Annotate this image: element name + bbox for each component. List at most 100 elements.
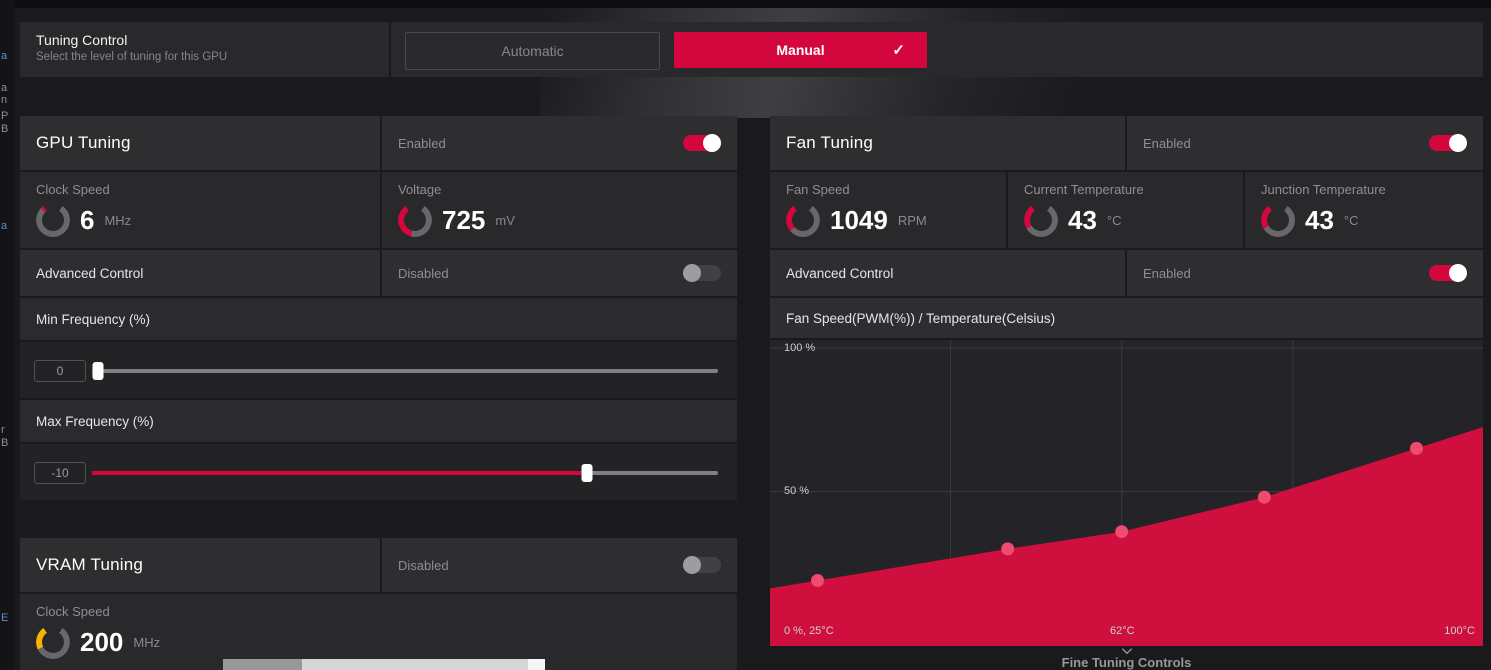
background-window-strip (302, 659, 528, 670)
vram-clock-speed-gauge (36, 625, 70, 659)
background-window-strip (223, 659, 302, 670)
fine-tuning-controls-label: Fine Tuning Controls (1062, 655, 1192, 670)
fan-tuning-header: Fan Tuning (770, 116, 1125, 170)
vram-tuning-header: VRAM Tuning (20, 538, 380, 592)
tuning-control-title: Tuning Control (36, 32, 227, 48)
fan-tuning-toggle[interactable] (1429, 135, 1467, 151)
automatic-button[interactable]: Automatic (405, 32, 660, 70)
background-text-fragment: E (1, 612, 8, 624)
background-text-fragment: a (1, 50, 7, 62)
manual-button[interactable]: Manual ✓ (674, 32, 927, 68)
fan-advanced-status-label: Enabled (1143, 266, 1191, 281)
gpu-advanced-status-label: Disabled (398, 266, 449, 281)
min-frequency-header: Min Frequency (%) (20, 298, 737, 340)
gpu-tuning-toggle[interactable] (683, 135, 721, 151)
toggle-knob (703, 134, 721, 152)
fan-curve-svg (770, 340, 1483, 646)
max-frequency-header: Max Frequency (%) (20, 400, 737, 442)
fan-tuning-status-cell: Enabled (1127, 116, 1483, 170)
junction-temperature-unit: °C (1344, 213, 1359, 228)
vram-clock-speed-label: Clock Speed (36, 604, 721, 619)
adrenalin-tuning-screen: aanPBarBE Tuning Control Select the leve… (0, 0, 1491, 670)
vram-status-label: Disabled (398, 558, 449, 573)
fine-tuning-controls-button[interactable]: Fine Tuning Controls (770, 648, 1483, 670)
max-frequency-slider-handle[interactable] (581, 464, 592, 482)
fan-curve-title: Fan Speed(PWM(%)) / Temperature(Celsius) (786, 311, 1055, 326)
background-text-fragment: B (1, 437, 8, 449)
fan-speed-gauge (786, 203, 820, 237)
vram-tuning-status-cell: Disabled (382, 538, 737, 592)
background-text-fragment: a (1, 82, 7, 94)
vram-clock-speed-unit: MHz (133, 635, 160, 650)
background-text-fragment: B (1, 123, 8, 135)
current-temperature-label: Current Temperature (1024, 182, 1227, 197)
background-text-fragment: a (1, 220, 7, 232)
background-text-fragment: n (1, 94, 7, 106)
clock-speed-unit: MHz (104, 213, 131, 228)
fan-advanced-status-cell: Enabled (1127, 250, 1483, 296)
junction-temperature-label: Junction Temperature (1261, 182, 1467, 197)
fan-curve-point[interactable] (1115, 525, 1128, 538)
tuning-control-text: Tuning Control Select the level of tunin… (36, 32, 227, 63)
fan-curve-point[interactable] (1410, 442, 1423, 455)
check-icon: ✓ (892, 41, 905, 59)
fan-advanced-control-cell: Advanced Control (770, 250, 1125, 296)
clock-speed-gauge (36, 203, 70, 237)
min-frequency-row: 0 (20, 342, 737, 398)
max-frequency-label: Max Frequency (%) (36, 414, 154, 429)
voltage-value: 725 (442, 207, 485, 233)
fan-speed-cell: Fan Speed 1049 RPM (770, 172, 1006, 248)
chart-x-62-label: 62°C (1110, 625, 1135, 637)
min-frequency-label: Min Frequency (%) (36, 312, 150, 327)
voltage-gauge (398, 203, 432, 237)
max-frequency-value-box[interactable]: -10 (34, 462, 86, 484)
max-frequency-row: -10 (20, 444, 737, 500)
fan-advanced-control-label: Advanced Control (786, 266, 893, 281)
gpu-advanced-control-label: Advanced Control (36, 266, 143, 281)
background-window-strip (528, 659, 545, 670)
vram-tuning-title: VRAM Tuning (36, 555, 143, 575)
current-temperature-cell: Current Temperature 43 °C (1008, 172, 1243, 248)
gpu-tuning-status-cell: Enabled (382, 116, 737, 170)
gpu-voltage-cell: Voltage 725 mV (382, 172, 737, 248)
manual-button-label: Manual (776, 42, 824, 58)
fan-curve-point[interactable] (1258, 491, 1271, 504)
min-frequency-slider-handle[interactable] (93, 362, 104, 380)
current-temperature-gauge (1024, 203, 1058, 237)
junction-temperature-gauge (1261, 203, 1295, 237)
voltage-unit: mV (495, 213, 515, 228)
gpu-advanced-toggle[interactable] (683, 265, 721, 281)
fan-curve-chart[interactable]: 100 % 50 % 0 %, 25°C 62°C 100°C (770, 340, 1483, 646)
gpu-clock-speed-cell: Clock Speed 6 MHz (20, 172, 380, 248)
toggle-knob (683, 556, 701, 574)
clock-speed-value: 6 (80, 207, 94, 233)
fan-speed-value: 1049 (830, 207, 888, 233)
chevron-down-icon (1119, 648, 1135, 654)
junction-temperature-cell: Junction Temperature 43 °C (1245, 172, 1483, 248)
bar-divider (389, 22, 391, 77)
slider-fill (92, 471, 587, 475)
fan-speed-unit: RPM (898, 213, 927, 228)
fan-status-label: Enabled (1143, 136, 1191, 151)
gpu-advanced-control-cell: Advanced Control (20, 250, 380, 296)
tuning-control-subtitle: Select the level of tuning for this GPU (36, 51, 227, 63)
toggle-knob (1449, 134, 1467, 152)
gpu-tuning-header: GPU Tuning (20, 116, 380, 170)
vram-clock-speed-value: 200 (80, 629, 123, 655)
min-frequency-slider[interactable] (92, 369, 718, 373)
fan-curve-point[interactable] (1001, 542, 1014, 555)
fan-advanced-toggle[interactable] (1429, 265, 1467, 281)
gpu-status-label: Enabled (398, 136, 446, 151)
gpu-advanced-status-cell: Disabled (382, 250, 737, 296)
background-text-fragment: P (1, 110, 8, 122)
max-frequency-slider[interactable] (92, 471, 718, 475)
top-edge-strip (0, 0, 1491, 8)
fan-speed-label: Fan Speed (786, 182, 990, 197)
junction-temperature-value: 43 (1305, 207, 1334, 233)
vram-tuning-toggle[interactable] (683, 557, 721, 573)
background-window-edge: aanPBarBE (0, 0, 14, 670)
current-temperature-value: 43 (1068, 207, 1097, 233)
fan-curve-point[interactable] (811, 574, 824, 587)
background-text-fragment: r (1, 424, 5, 436)
min-frequency-value-box[interactable]: 0 (34, 360, 86, 382)
